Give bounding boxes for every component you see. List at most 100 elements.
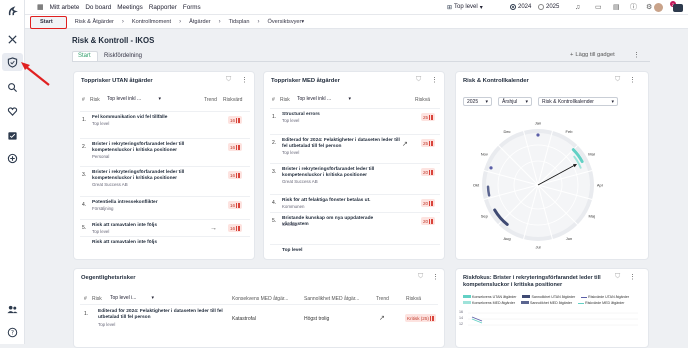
drag-icon[interactable]: ⛉	[416, 76, 421, 84]
add-circle-icon[interactable]	[5, 151, 19, 165]
drag-icon[interactable]: ⛉	[418, 273, 423, 281]
risk-title-link[interactable]: Risk att ramavtalen inte följs	[92, 240, 196, 246]
chevron-down-icon: ▾	[348, 95, 351, 102]
risk-title-link[interactable]: Risk att ramavtalen inte följs	[92, 223, 196, 229]
level-filter[interactable]: Top level inkl ... ▾	[294, 94, 354, 103]
avatar[interactable]	[654, 3, 663, 12]
col-konsekvens: Konsekvens MED åtgär...	[232, 296, 289, 302]
month-label: Feb	[566, 129, 574, 134]
app-logo-icon[interactable]	[5, 4, 19, 18]
plus-icon: +	[570, 52, 574, 58]
page-title: Risk & Kontroll - IKOS	[72, 36, 155, 45]
card-title: Risk & Kontrollkalender	[463, 78, 529, 84]
risk-title-link[interactable]: Bristande kunskap om nya uppdaterade vår…	[282, 216, 400, 227]
card-title: Riskfokus: Brister i rekryteringsförfara…	[463, 275, 601, 288]
level-filter[interactable]: Top level i... ▾	[107, 293, 157, 302]
nav-meetings[interactable]: Meetings	[117, 4, 143, 11]
risk-title-link[interactable]: Potentiella intressekonflikter	[92, 200, 196, 206]
card-title: Oegentlighetsrisker	[81, 275, 136, 281]
risk-title-link[interactable]: Structural errors	[282, 112, 400, 118]
legend-item: Riskvärde MED åtgärder	[578, 301, 624, 305]
risk-badge: 25	[421, 139, 436, 147]
user-menu-icon[interactable]	[673, 4, 683, 12]
add-widget-button[interactable]: + Lägg till gadget	[570, 52, 615, 58]
month-label: Maj	[588, 214, 595, 219]
crumb-start[interactable]: Start	[40, 19, 53, 25]
activity-arc[interactable]	[486, 185, 491, 197]
more-icon[interactable]: ⋮	[629, 76, 636, 84]
drag-icon[interactable]: ⛉	[615, 76, 620, 84]
risk-badge: Kritisk (25)	[405, 314, 437, 322]
col-trend: Trend	[204, 97, 217, 103]
more-icon[interactable]: ⋮	[241, 76, 248, 84]
divider	[270, 108, 440, 109]
crumb-atgarder[interactable]: Åtgärder	[189, 19, 210, 25]
riskfokus-chart	[468, 312, 638, 326]
month-label: Nov	[481, 152, 488, 157]
row-number: 1.	[82, 117, 87, 123]
month-label: Jul	[535, 245, 540, 250]
info-icon[interactable]: ⓘ	[630, 2, 637, 12]
users-icon[interactable]	[5, 302, 19, 316]
drag-icon[interactable]: ⛉	[615, 273, 620, 281]
view-select[interactable]: Årshjul ▾	[498, 97, 532, 106]
month-label: Okt	[473, 183, 480, 188]
crumb-risk-atgarder[interactable]: Risk & Åtgärder	[75, 19, 114, 25]
nav-rapporter[interactable]: Rapporter	[149, 4, 177, 11]
risk-title-link[interactable]: Brister i rekryteringsförfarandet leder …	[92, 170, 196, 181]
more-icon[interactable]: ⋮	[633, 51, 640, 59]
row-number: 5.	[272, 218, 277, 224]
more-icon[interactable]: ⋮	[629, 273, 636, 281]
risk-badge: 20	[421, 199, 436, 207]
activity-dot[interactable]	[489, 166, 493, 170]
risk-level: Top level	[92, 121, 110, 127]
activity-dot[interactable]	[536, 133, 540, 137]
risk-title-link[interactable]: Brister i rekryteringsförfarandet leder …	[282, 167, 400, 178]
nav-forms[interactable]: Forms	[183, 4, 201, 11]
crumb-kontrollmoment[interactable]: Kontrollmoment	[132, 19, 171, 25]
month-label: Apr	[597, 183, 604, 188]
tab-riskfordelning[interactable]: Riskfördelning	[104, 53, 142, 59]
year-2025-radio[interactable]: 2025	[538, 4, 559, 10]
heart-icon[interactable]	[5, 104, 19, 118]
calendar-select[interactable]: Risk & Kontrollkalender ▾	[538, 97, 618, 106]
risk-level: Great Success AB	[92, 181, 128, 187]
print-icon[interactable]: ▤	[613, 3, 620, 11]
year-select[interactable]: 2025 ▾	[463, 97, 492, 106]
calendar-check-icon[interactable]	[5, 128, 19, 142]
grid-menu-icon[interactable]: ▦	[37, 3, 44, 11]
more-icon[interactable]: ⋮	[432, 273, 439, 281]
risk-title-link[interactable]: Brister i rekryteringsförfarandet leder …	[92, 142, 196, 153]
col-riskvarde: Riskvä	[415, 97, 431, 103]
more-icon[interactable]: ⋮	[431, 76, 438, 84]
bell-icon[interactable]: ♫	[575, 4, 580, 11]
nav-do-board[interactable]: Do board	[85, 4, 111, 11]
row-number: 4.	[272, 200, 277, 206]
divider	[80, 111, 250, 112]
risk-title-link[interactable]: Risk för att felaktiga fönster betalas u…	[282, 198, 400, 204]
risk-title-link[interactable]: Fel kommunikation vid fel tillfälle	[92, 115, 196, 121]
magnifier-icon[interactable]	[5, 80, 19, 94]
nav-mitt-arbete[interactable]: Mitt arbete	[50, 4, 80, 11]
archive-icon[interactable]: ▭	[595, 3, 602, 11]
tools-icon[interactable]	[5, 32, 19, 46]
risk-title-link[interactable]: Top level	[282, 248, 400, 254]
risk-title-link[interactable]: Editerad för 2024: Felaktigheter i datas…	[98, 309, 226, 320]
shield-icon[interactable]	[5, 55, 19, 69]
level-filter[interactable]: Top level inkl ... ▾	[104, 94, 164, 103]
legend-item: Sannolikhet UTAN åtgärder	[522, 295, 575, 299]
risk-title-link[interactable]: Editerad för 2024: Felaktigheter i datas…	[282, 138, 400, 149]
crumb-oversiktsvyer[interactable]: Översiktsvyer ▾	[268, 19, 305, 25]
level-selector[interactable]: ⊞ Top level ▾	[447, 4, 483, 11]
crumb-tidsplan[interactable]: Tidsplan	[229, 19, 250, 25]
help-icon[interactable]: ?	[5, 325, 19, 339]
divider	[80, 196, 250, 197]
drag-icon[interactable]: ⛉	[226, 76, 231, 84]
settings-icon[interactable]: ⚙	[646, 3, 652, 11]
annotation-arrow	[21, 62, 50, 86]
divider	[80, 304, 438, 305]
year-2024-radio[interactable]: 2024	[510, 4, 531, 10]
divider	[270, 212, 440, 213]
divider	[270, 134, 440, 135]
chevron-right-icon: ›	[257, 18, 260, 25]
